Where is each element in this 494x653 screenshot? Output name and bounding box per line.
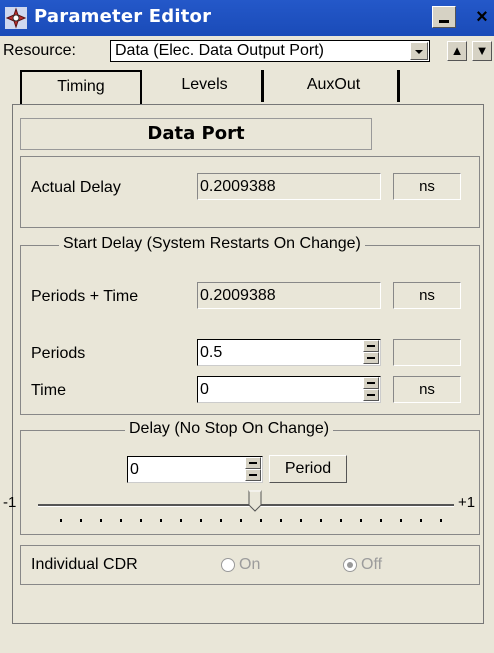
close-button[interactable]: ×: [470, 6, 494, 28]
chevron-down-icon: [415, 50, 423, 54]
periods-unit: [393, 339, 461, 366]
individual-cdr-group: Individual CDR On Off: [20, 545, 480, 585]
minimize-button[interactable]: [432, 6, 456, 28]
periods-input[interactable]: 0.5: [197, 339, 381, 366]
minimize-icon: [439, 20, 449, 23]
delay-group: Delay (No Stop On Change) 0 Period: [20, 420, 480, 535]
resource-label: Resource:: [3, 42, 76, 59]
parameter-editor-window: Parameter Editor × Resource: Data (Elec.…: [0, 0, 494, 653]
cdr-off-label: Off: [361, 556, 383, 573]
period-button[interactable]: Period: [269, 455, 347, 483]
actual-delay-group: Actual Delay 0.2009388 ns: [20, 156, 480, 228]
delay-title: Delay (No Stop On Change): [125, 420, 334, 438]
time-label: Time: [31, 382, 66, 399]
periods-spinner[interactable]: [363, 340, 379, 365]
next-resource-button[interactable]: ▼: [472, 41, 492, 61]
section-title: Data Port: [20, 118, 372, 150]
actual-delay-label: Actual Delay: [31, 179, 121, 196]
start-delay-title: Start Delay (System Restarts On Change): [59, 235, 365, 253]
cdr-on-radio[interactable]: [221, 558, 235, 572]
time-unit: ns: [393, 376, 461, 403]
delay-slider-thumb[interactable]: [248, 490, 262, 512]
start-delay-group: Start Delay (System Restarts On Change) …: [20, 235, 480, 415]
time-input[interactable]: 0: [197, 376, 381, 403]
actual-delay-unit: ns: [393, 173, 461, 200]
resource-select[interactable]: Data (Elec. Data Output Port): [110, 40, 430, 62]
tab-timing[interactable]: Timing: [20, 70, 142, 104]
delay-input[interactable]: 0: [127, 456, 263, 483]
resource-row: Resource: Data (Elec. Data Output Port) …: [0, 36, 494, 66]
tab-auxout[interactable]: AuxOut: [270, 70, 400, 102]
periods-label: Periods: [31, 345, 86, 362]
tab-strip: Timing Levels AuxOut: [0, 70, 494, 104]
dropdown-button[interactable]: [410, 42, 428, 60]
delay-spinner[interactable]: [245, 457, 261, 482]
periods-time-label: Periods + Time: [31, 288, 139, 305]
actual-delay-value: 0.2009388: [197, 173, 381, 200]
tab-levels[interactable]: Levels: [148, 70, 264, 102]
slider-max-label: +1: [458, 494, 476, 511]
delay-slider-track[interactable]: [38, 504, 454, 507]
cdr-on-label: On: [239, 556, 261, 573]
periods-time-value: 0.2009388: [197, 282, 381, 309]
periods-time-unit: ns: [393, 282, 461, 309]
cdr-off-radio[interactable]: [343, 558, 357, 572]
resource-value: Data (Elec. Data Output Port): [115, 42, 324, 59]
previous-resource-button[interactable]: ▲: [447, 41, 467, 61]
window-title: Parameter Editor: [34, 6, 212, 27]
slider-min-label: -1: [3, 494, 17, 511]
individual-cdr-label: Individual CDR: [31, 556, 138, 573]
title-bar: Parameter Editor ×: [0, 0, 494, 36]
time-spinner[interactable]: [363, 377, 379, 402]
app-icon: [5, 7, 27, 29]
